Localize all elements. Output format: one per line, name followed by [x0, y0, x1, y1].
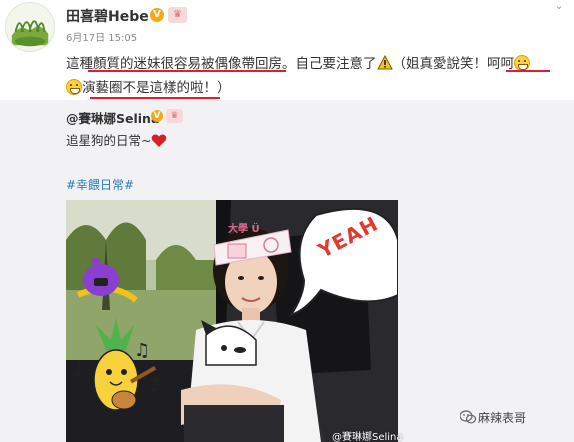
music-note-icon: ♪	[74, 360, 86, 381]
highlight-underline	[88, 70, 286, 72]
grin-emoji-icon	[514, 55, 530, 71]
warning-icon	[376, 55, 393, 70]
post-text-quip: （姐真愛說笑！	[392, 56, 488, 72]
highlight-underline	[90, 97, 220, 99]
photo-watermark: @賽琳娜Selina	[332, 432, 403, 442]
verified-badge-icon: V	[150, 8, 164, 22]
chevron-down-icon[interactable]: ⌄	[549, 0, 569, 14]
post-text-line-2: 演藝圈不是這樣的啦！）	[66, 76, 231, 96]
member-crown-icon: ♛	[166, 109, 183, 123]
post-text-line-1: 這種顏質的迷妹很容易被偶像帶回房。自己要注意了 （姐真愛說笑！呵呵	[66, 52, 530, 72]
hashtag-link[interactable]: #幸餵日常#	[66, 176, 134, 193]
hat-text: 大學 Ü	[228, 224, 260, 235]
verified-badge-icon: V	[151, 110, 163, 122]
grin-emoji-icon	[66, 79, 82, 95]
post-timestamp[interactable]: 6月17日 15:05	[66, 29, 137, 44]
page-watermark: 麻辣表哥	[478, 411, 527, 425]
wechat-icon	[460, 410, 476, 424]
repost-text: 追星狗的日常~	[66, 130, 167, 149]
member-crown-icon: ♛	[168, 7, 187, 23]
highlight-underline	[506, 70, 550, 72]
repost-username[interactable]: @賽琳娜Selina	[66, 108, 159, 127]
repost-text-body: 追星狗的日常~	[66, 133, 152, 148]
music-note-icon: ♪	[150, 375, 162, 396]
heart-icon	[151, 133, 167, 148]
music-note-icon: ♫	[134, 340, 151, 361]
post-text-line2: 演藝圈不是這樣的啦！）	[82, 80, 231, 96]
user-avatar[interactable]	[5, 2, 55, 52]
username[interactable]: 田喜碧Hebe	[66, 6, 149, 26]
